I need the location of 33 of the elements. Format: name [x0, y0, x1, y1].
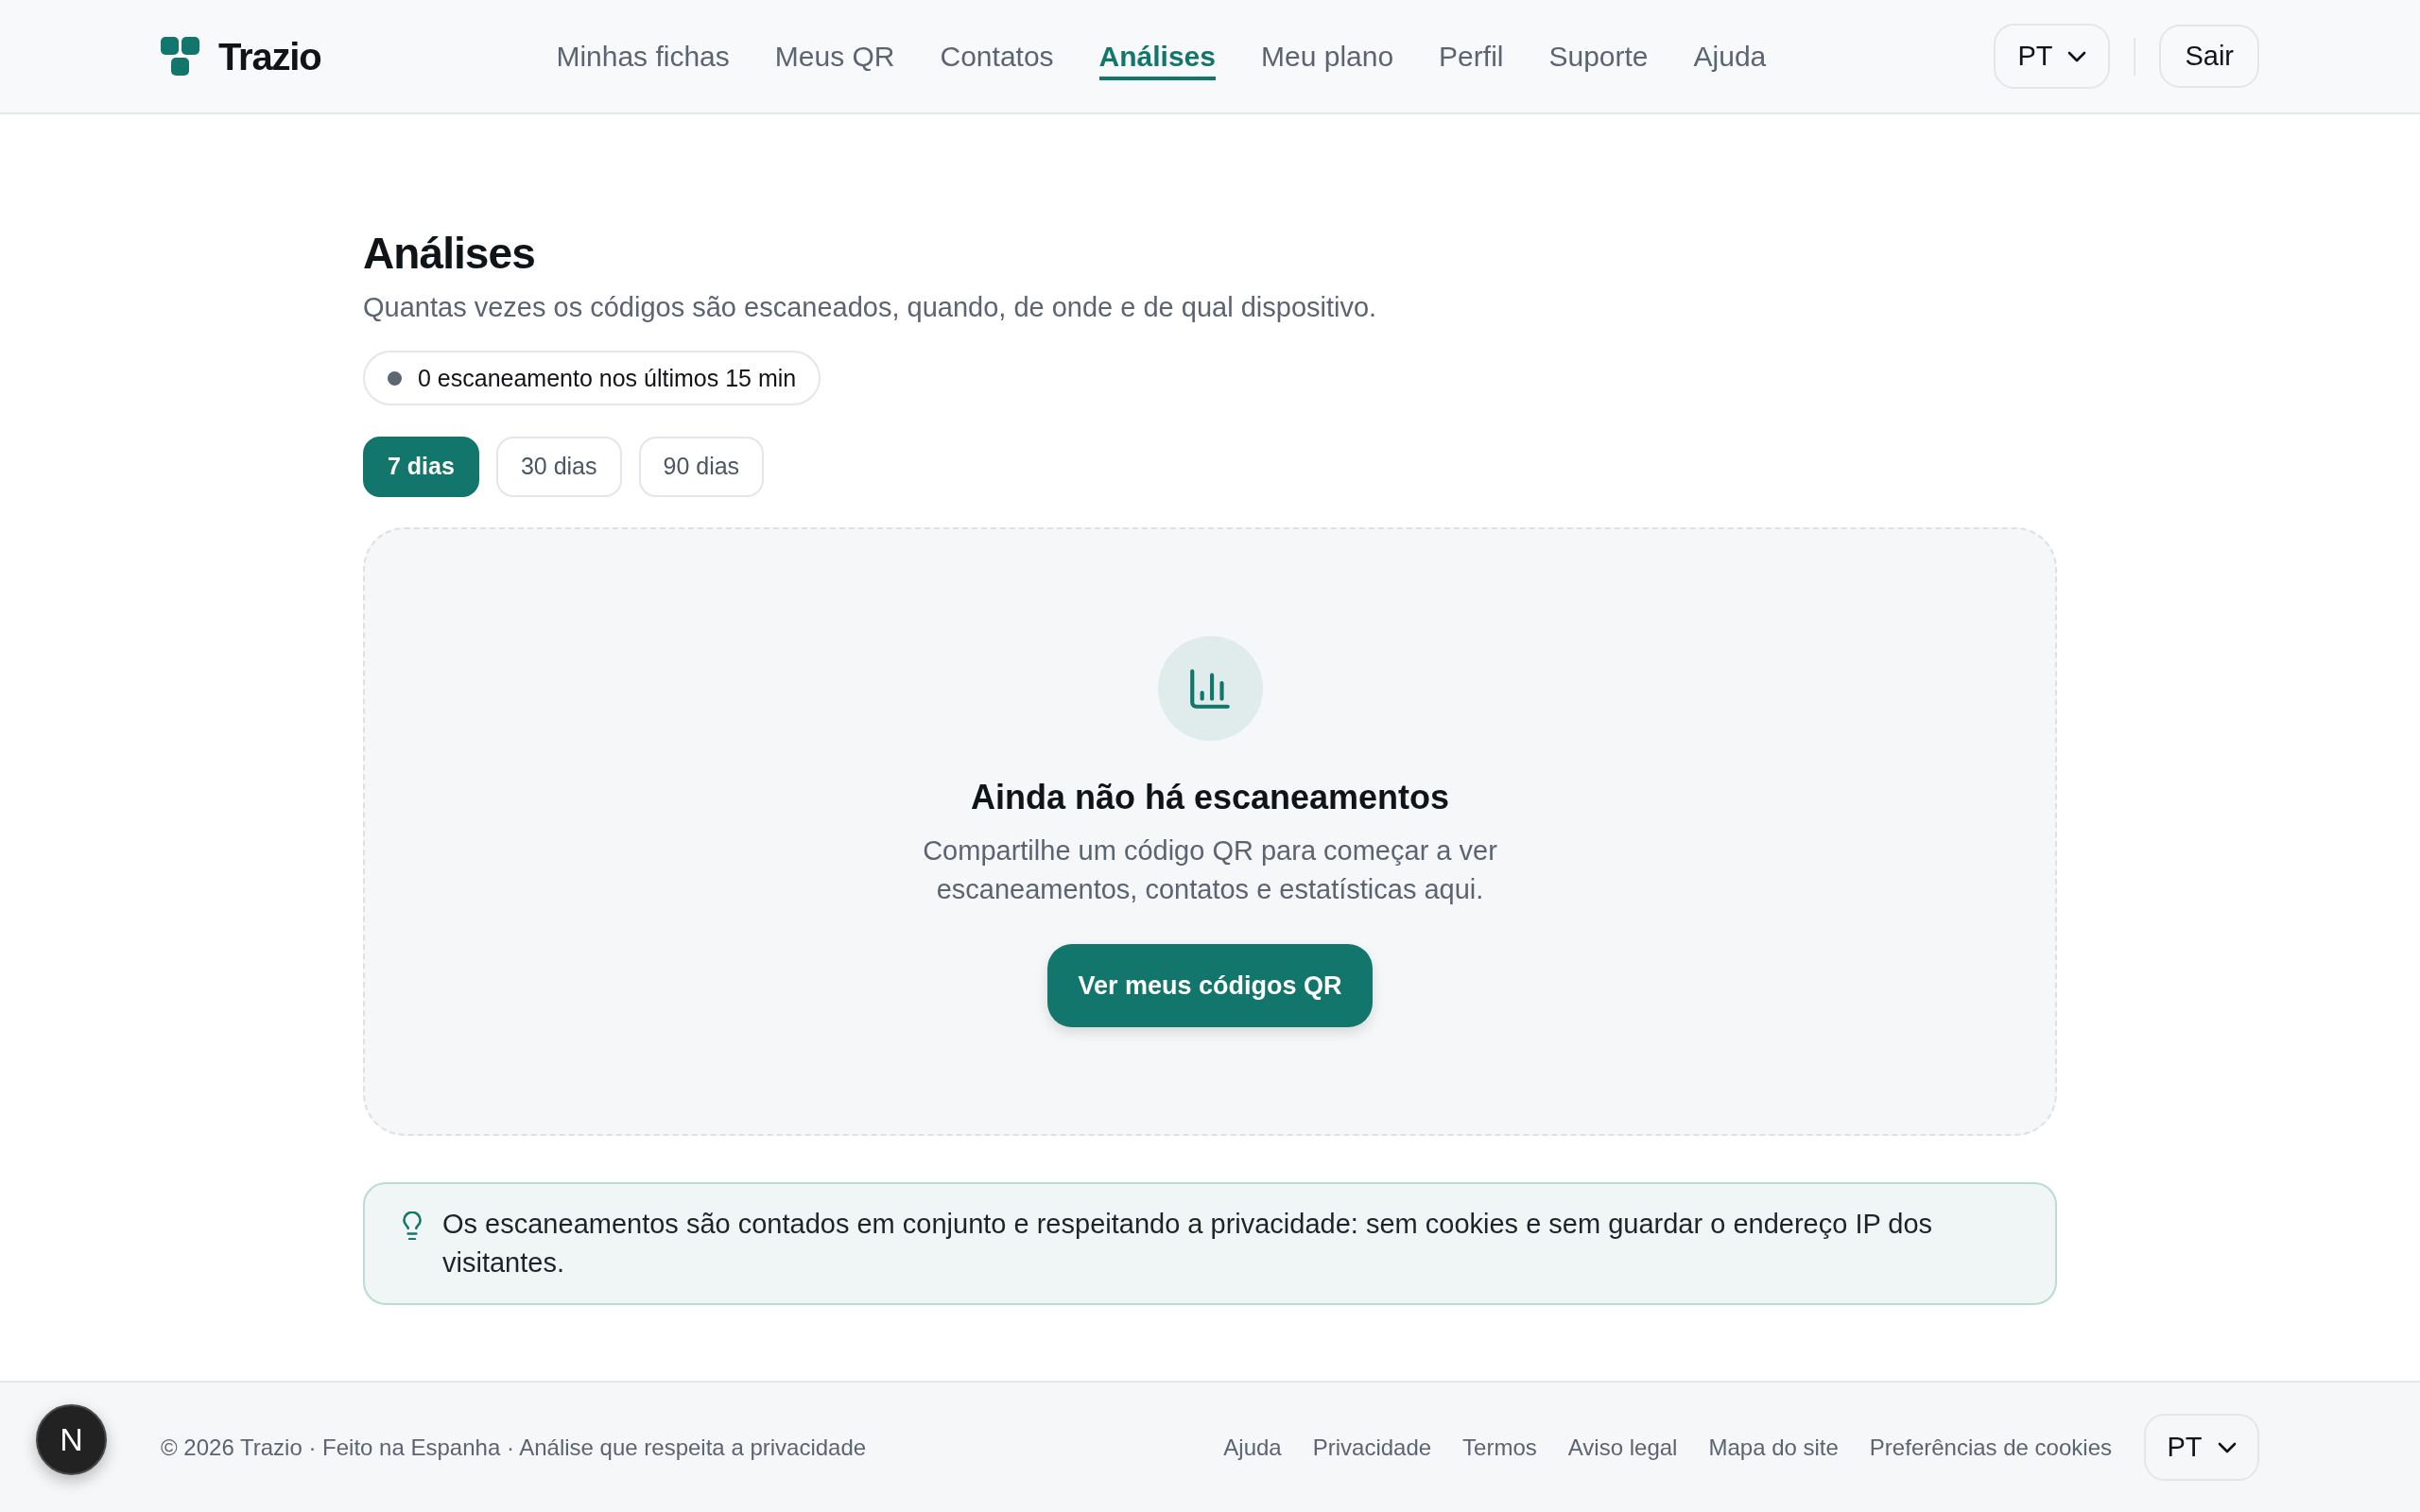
- copyright-text: © 2026 Trazio · Feito na Espanha · Análise que respeita a privacidade: [161, 1433, 867, 1462]
- logo-text: Trazio: [218, 34, 321, 79]
- nav-link[interactable]: Minhas fichas: [556, 32, 730, 80]
- nav-link[interactable]: Ajuda: [1693, 32, 1767, 80]
- footer-link[interactable]: Mapa do site: [1708, 1430, 1839, 1465]
- range-tab[interactable]: 90 dias: [638, 437, 765, 497]
- range-tab[interactable]: 7 dias: [363, 437, 479, 497]
- lightbulb-icon: [401, 1211, 424, 1240]
- language-dropdown[interactable]: PT: [1994, 24, 2111, 89]
- nav-link[interactable]: Análises: [1098, 32, 1216, 80]
- nav-link[interactable]: Contatos: [940, 32, 1054, 80]
- footer-link[interactable]: Preferências de cookies: [1869, 1430, 2112, 1465]
- nav-link[interactable]: Perfil: [1439, 32, 1504, 80]
- logo-icon: [161, 36, 200, 77]
- empty-state-title: Ainda não há escaneamentos: [970, 777, 1450, 818]
- chevron-down-icon: [2217, 1441, 2237, 1453]
- footer-link[interactable]: Aviso legal: [1567, 1430, 1678, 1465]
- logout-button[interactable]: Sair: [2159, 25, 2259, 88]
- nav-link[interactable]: Meu plano: [1261, 32, 1394, 80]
- footer-link[interactable]: Termos: [1462, 1430, 1537, 1465]
- footer-link[interactable]: Ajuda: [1223, 1430, 1282, 1465]
- page-title: Análises: [363, 228, 535, 280]
- empty-state-description: Compartilhe um código QR para começar a ver escaneamentos, contatos e estatísticas aqui.: [922, 834, 1498, 906]
- live-status-text: 0 escaneamento nos últimos 15 min: [418, 364, 797, 392]
- nav-link[interactable]: Suporte: [1548, 32, 1649, 80]
- page-subtitle: Quantas vezes os códigos são escaneados, quando, de onde e de qual dispositivo.: [363, 291, 1377, 324]
- range-tab[interactable]: 30 dias: [495, 437, 622, 497]
- nav-link[interactable]: Meus QR: [774, 32, 895, 80]
- footer-language-dropdown[interactable]: PT: [2144, 1414, 2259, 1481]
- privacy-notice-text: Os escaneamentos são contados em conjunto e respeitando a privacidade: sem cookies e sem guardar o endereço IP dos visitantes.: [442, 1208, 1934, 1280]
- view-qr-codes-button[interactable]: Ver meus códigos QR: [1047, 944, 1373, 1027]
- footer-link[interactable]: Privacidade: [1312, 1430, 1432, 1465]
- chevron-down-icon: [2067, 50, 2087, 62]
